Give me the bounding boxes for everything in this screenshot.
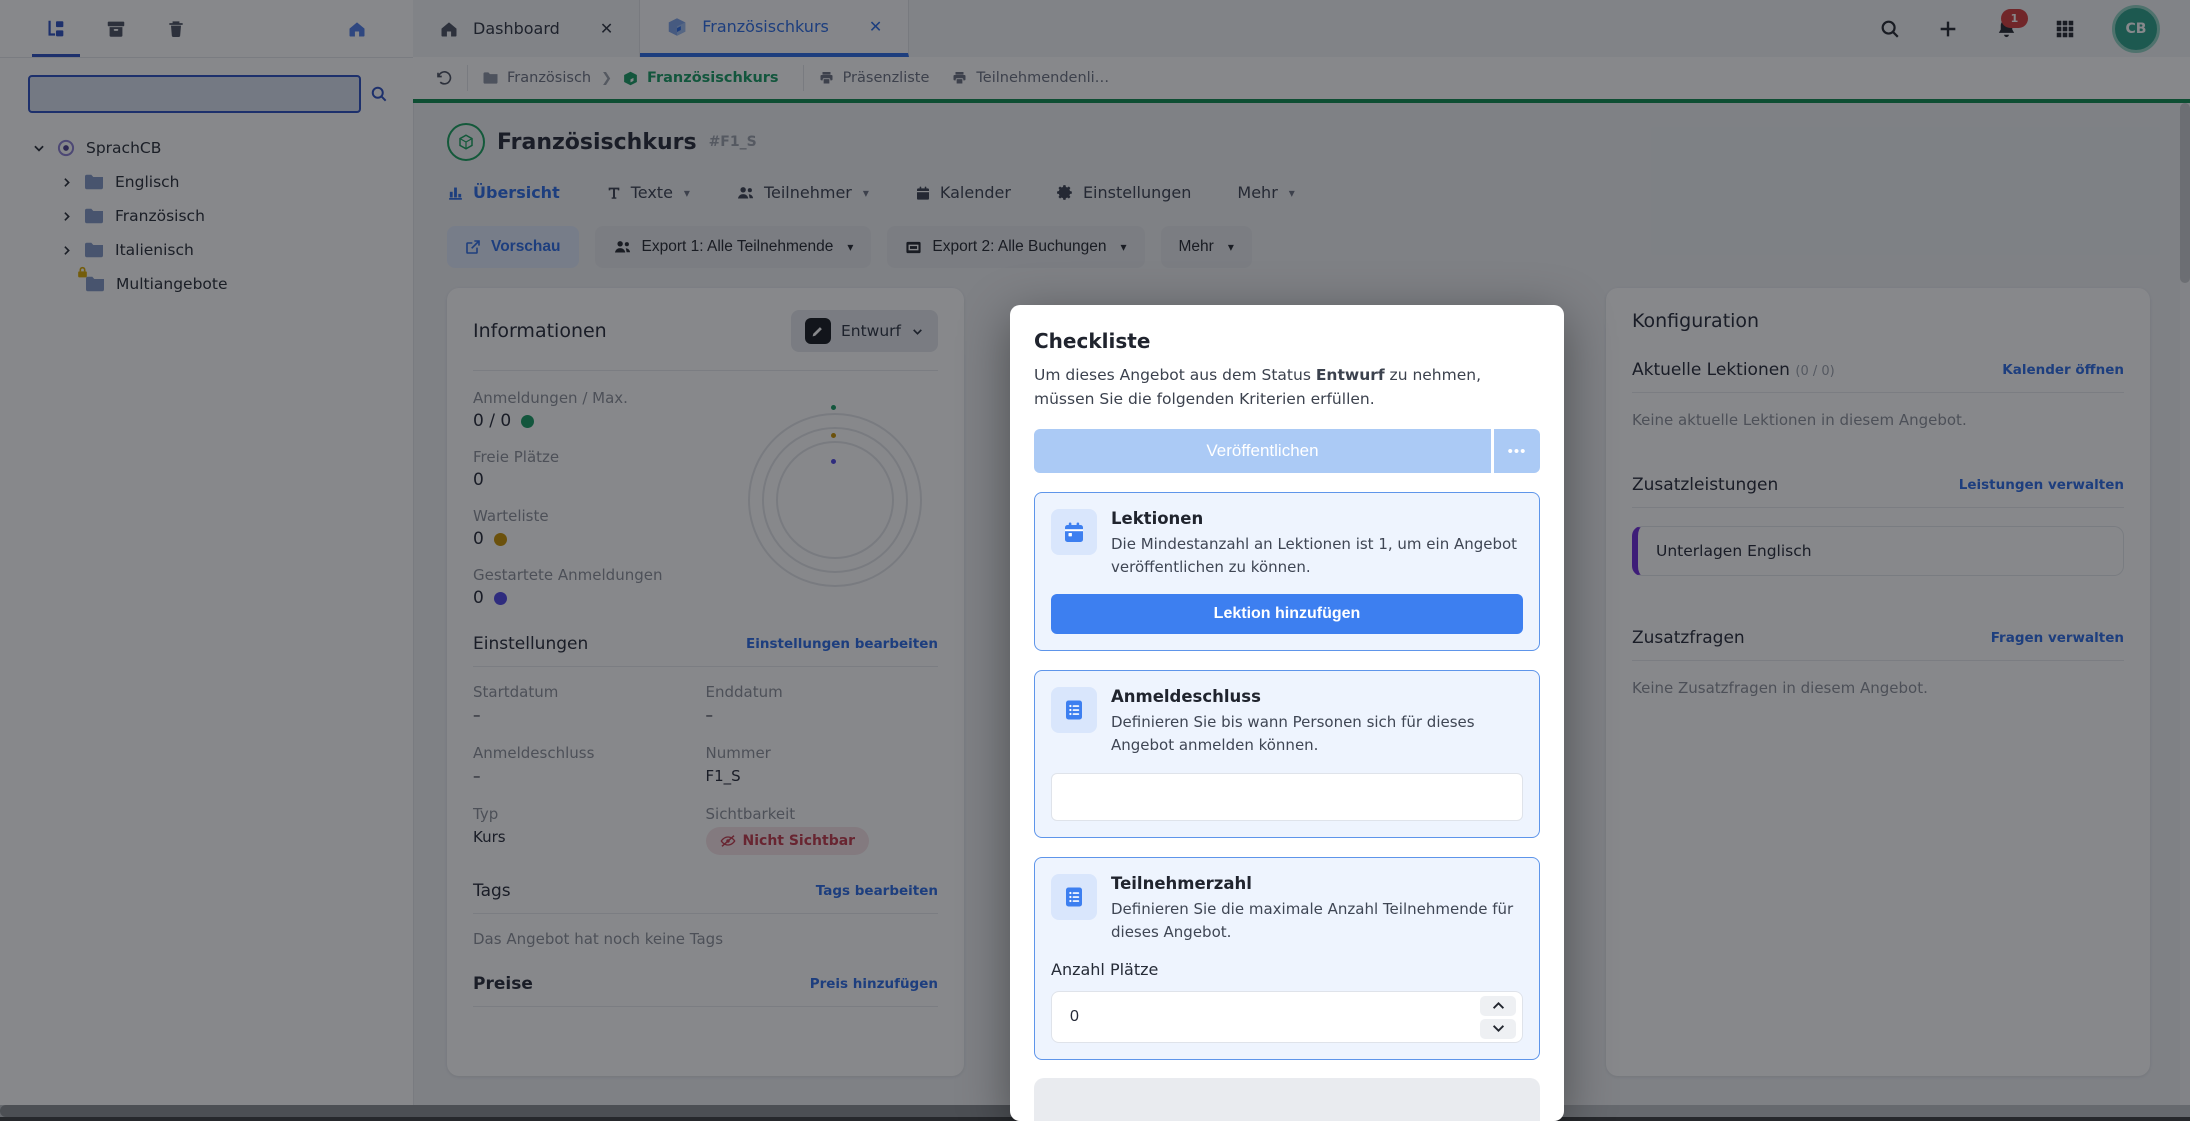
checklist-item-description: Definieren Sie bis wann Personen sich fü…: [1111, 711, 1523, 757]
checklist-item-anmeldeschluss: Anmeldeschluss Definieren Sie bis wann P…: [1034, 670, 1540, 838]
seats-field-label: Anzahl Plätze: [1051, 960, 1523, 979]
modal-footer-cut: [1034, 1078, 1540, 1121]
list-icon: [1051, 687, 1097, 733]
list-icon: [1051, 874, 1097, 920]
add-lesson-button[interactable]: Lektion hinzufügen: [1051, 594, 1523, 634]
checklist-item-teilnehmerzahl: Teilnehmerzahl Definieren Sie die maxima…: [1034, 857, 1540, 1060]
modal-title: Checkliste: [1034, 329, 1540, 353]
publish-row: Veröffentlichen •••: [1034, 429, 1540, 473]
publish-more-button[interactable]: •••: [1494, 429, 1540, 473]
modal-intro: Um dieses Angebot aus dem Status Entwurf…: [1034, 363, 1540, 411]
deadline-input[interactable]: [1051, 773, 1523, 821]
checklist-item-title: Anmeldeschluss: [1111, 687, 1523, 706]
stepper-up-button[interactable]: [1480, 996, 1516, 1016]
checklist-item-description: Die Mindestanzahl an Lektionen ist 1, um…: [1111, 533, 1523, 579]
seats-input[interactable]: [1068, 1007, 1480, 1027]
status-name-bold: Entwurf: [1316, 366, 1385, 384]
calendar-icon: [1051, 509, 1097, 555]
app-window: SprachCB Englisch Französisch Italienisc…: [0, 0, 2190, 1121]
publish-button[interactable]: Veröffentlichen: [1034, 429, 1491, 473]
checklist-item-description: Definieren Sie die maximale Anzahl Teiln…: [1111, 898, 1523, 944]
stepper-down-button[interactable]: [1480, 1019, 1516, 1039]
checklist-item-title: Lektionen: [1111, 509, 1523, 528]
checklist-item-lektionen: Lektionen Die Mindestanzahl an Lektionen…: [1034, 492, 1540, 651]
checkliste-modal: Checkliste Um dieses Angebot aus dem Sta…: [1010, 305, 1564, 1121]
seats-number-field: [1051, 991, 1523, 1043]
checklist-item-title: Teilnehmerzahl: [1111, 874, 1523, 893]
